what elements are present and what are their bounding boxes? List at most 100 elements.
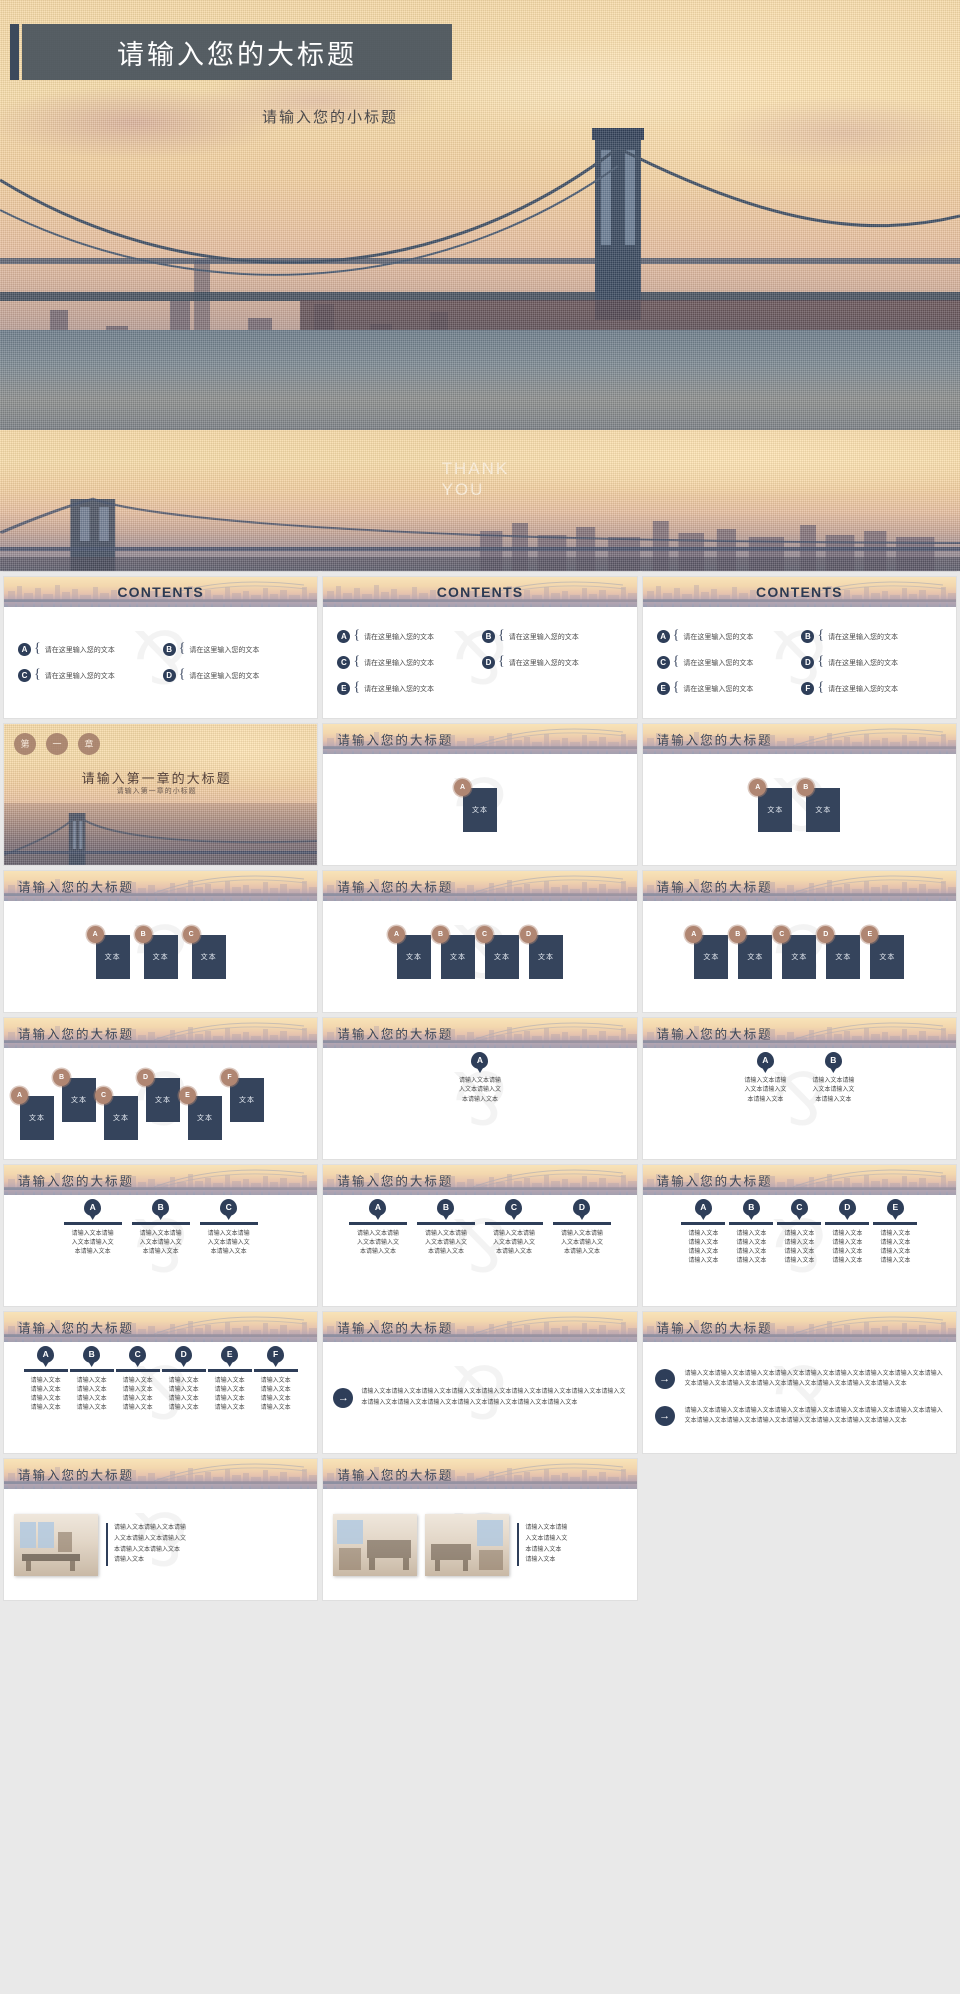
pin-badge: D bbox=[573, 1199, 591, 1216]
pin-item[interactable]: C 请输入文本请输入文本请输入文本请输入文本 bbox=[484, 1199, 543, 1302]
slide-title: 请输入您的大标题 bbox=[337, 1468, 454, 1483]
text-box[interactable]: B 文本 bbox=[134, 925, 178, 979]
text-box[interactable]: C 文本 bbox=[475, 925, 519, 979]
text-box[interactable]: C 文本 bbox=[773, 925, 817, 979]
pin-item[interactable]: B 请输入文本请输入文本请输入文本请输入文本 bbox=[69, 1346, 114, 1449]
pin-item[interactable]: B 请输入文本请输入文本请输入文本请输入文本 bbox=[729, 1199, 774, 1302]
slide-thumbnail[interactable]: 请输入您的大标题⅋A文本B文本C文本D文本E文本 bbox=[642, 871, 956, 1012]
slide-thumbnail[interactable]: 请输入您的大标题⅋A请输入文本请输入文本请输入文本请输入文本B请输入文本请输入文… bbox=[642, 1165, 956, 1306]
slide-thumbnail[interactable]: 请输入您的大标题 ⅋ A 文本 B 文本 bbox=[642, 724, 956, 865]
text-box[interactable]: F 文本 bbox=[221, 1069, 264, 1122]
pin-item[interactable]: C 请输入文本请输入文本请输入文本请输入文本 bbox=[115, 1346, 160, 1449]
text-box[interactable]: B 文本 bbox=[797, 778, 841, 832]
pin-item[interactable]: A 请输入文本请输入文本请输入文本请输入文本 bbox=[23, 1346, 68, 1449]
slide-thumbnail[interactable]: 请输入您的大标题⅋A请输入文本请输入文本请输入文本请输入文本B请输入文本请输入文… bbox=[4, 1165, 318, 1306]
slide-thumbnail[interactable]: 第一章请输入第一章的大标题 请输入第一章的小标题 bbox=[4, 724, 318, 865]
pin-item[interactable]: D 请输入文本请输入文本请输入文本请输入文本 bbox=[825, 1199, 870, 1302]
text-box[interactable]: C 文本 bbox=[182, 925, 226, 979]
contents-item[interactable]: E{请在这里输入您的文本 bbox=[337, 680, 478, 697]
slide-thumbnail[interactable]: 请输入您的大标题⅋A请输入文本请输入文本请输入文本请输入文本B请输入文本请输入文… bbox=[323, 1165, 637, 1306]
slide-thumbnail[interactable]: CONTENTS⅋A{请在这里输入您的文本B{请在这里输入您的文本C{请在这里输… bbox=[4, 577, 318, 718]
slide-thumbnail[interactable]: CONTENTS⅋A{请在这里输入您的文本B{请在这里输入您的文本C{请在这里输… bbox=[642, 577, 956, 718]
text-box-label: 文本 bbox=[113, 1114, 129, 1122]
slide-thumbnail[interactable]: 请输入您的大标题⅋A文本B文本C文本D文本E文本F文本 bbox=[4, 1018, 318, 1159]
contents-item-badge: E bbox=[656, 682, 670, 695]
pin-item[interactable]: A 请输入文本请输入文本请输入文本请输入文本 bbox=[681, 1199, 726, 1302]
contents-item[interactable]: F{请在这里输入您的文本 bbox=[801, 679, 942, 697]
contents-item[interactable]: C{请在这里输入您的文本 bbox=[656, 654, 798, 671]
slide-thumbnail[interactable]: THANK YOU bbox=[0, 430, 960, 571]
pin-item[interactable]: F 请输入文本 请输入文本 请输入文本 请输入文本 bbox=[253, 1346, 298, 1449]
text-box[interactable]: A 文本 bbox=[86, 925, 130, 979]
pin-item[interactable]: A 请输入文本请输入文本请输入文本请输入文本 bbox=[348, 1199, 407, 1302]
gear-badge-icon: E bbox=[861, 925, 879, 943]
pin-text: 请输入文本请输入文本请输入文本请输入文本 bbox=[832, 1230, 863, 1265]
contents-item[interactable]: E{请在这里输入您的文本 bbox=[656, 680, 798, 697]
text-box[interactable]: E 文本 bbox=[861, 925, 905, 979]
contents-item[interactable]: B{请在这里输入您的文本 bbox=[801, 628, 942, 645]
pin-item[interactable]: C 请输入文本请输入文本请输入文本请输入文本 bbox=[199, 1199, 258, 1302]
text-box-label: 文本 bbox=[152, 952, 169, 961]
pin-item[interactable]: B 请输入文本请输入文本请输入文本请输入文本 bbox=[416, 1199, 475, 1302]
slide-header-band: 请输入您的大标题 bbox=[323, 1312, 637, 1342]
slide-thumbnail[interactable]: 请输入您的大标题 ⅋ A 请输入文本请输 入文本请输入文 本请输入文本 bbox=[323, 1018, 637, 1159]
contents-item[interactable]: D{请在这里输入您的文本 bbox=[482, 654, 623, 671]
slide-thumbnail[interactable]: 请输入您的大标题 ⅋ A 文本 B 文本 C 文本 D 文本 bbox=[323, 871, 637, 1012]
text-box[interactable]: B 文本 bbox=[431, 925, 475, 979]
pin-item[interactable]: A 请输入文本请输入文本请输入文本请输入文本 bbox=[451, 1052, 509, 1155]
contents-item[interactable]: A{请在这里输入您的文本 bbox=[337, 628, 478, 645]
pin-item[interactable]: C 请输入文本请输入文本请输入文本请输入文本 bbox=[777, 1199, 822, 1302]
text-box[interactable]: C 文本 bbox=[95, 1087, 138, 1140]
contents-item-badge: E bbox=[337, 682, 351, 695]
pin-item[interactable]: E 请输入文本 请输入文本 请输入文本 请输入文本 bbox=[207, 1346, 252, 1449]
slide-thumbnail[interactable]: CONTENTS⅋A{请在这里输入您的文本B{请在这里输入您的文本C{请在这里输… bbox=[323, 577, 637, 718]
pin-item[interactable]: E 请输入文本 请输入文本 请输入文本 请输入文本 bbox=[873, 1199, 918, 1302]
brace-icon: { bbox=[672, 627, 680, 643]
text-box[interactable]: B 文本 bbox=[729, 925, 773, 979]
brace-icon: { bbox=[817, 653, 825, 669]
contents-item[interactable]: D{请在这里输入您的文本 bbox=[801, 653, 942, 671]
pin-badge: B bbox=[742, 1199, 760, 1216]
slide-thumbnail[interactable]: 请输入您的大标题⅋A文本B文本C文本 bbox=[4, 871, 318, 1012]
pin-item[interactable]: B 请输入文本请输入文本请输入文本请输入文本 bbox=[131, 1199, 190, 1302]
pin-group: A 请输入文本请输入文本请输入文本请输入文本 B 请输入文本请输入文本请输入文本请输入… bbox=[643, 1052, 956, 1155]
pin-badge: E bbox=[886, 1199, 904, 1216]
contents-item[interactable]: B{请在这里输入您的文本 bbox=[482, 628, 623, 645]
pin-badge: C bbox=[790, 1199, 808, 1216]
contents-item[interactable]: A{请在这里输入您的文本 bbox=[18, 641, 159, 658]
pin-item[interactable]: D 请输入文本请输入文本请输入文本请输入文本 bbox=[552, 1199, 611, 1302]
text-box[interactable]: A 文本 bbox=[453, 778, 497, 832]
slide-thumbnail[interactable]: 请输入您的大标题 ⅋ → 请输入文本请输入文本请输入文本请输入文本请输入文本请输入文本… bbox=[323, 1312, 637, 1453]
pin-item[interactable]: D 请输入文本请输入文本请输入文本请输入文本 bbox=[161, 1346, 206, 1449]
text-box[interactable]: A 文本 bbox=[685, 925, 729, 979]
gear-badge-icon: A bbox=[11, 1087, 28, 1104]
text-box[interactable]: A 文本 bbox=[387, 925, 431, 979]
text-box[interactable]: D 文本 bbox=[519, 925, 563, 979]
text-box[interactable]: E 文本 bbox=[179, 1087, 222, 1140]
pin-item[interactable]: B 请输入文本请输入文本请输入文本请输入文本 bbox=[804, 1052, 862, 1155]
contents-item[interactable]: C{请在这里输入您的文本 bbox=[337, 654, 478, 671]
slide-thumbnail[interactable]: 请输入您的大标题⅋A请输入文本请输入文本请输入文本请输入文本B请输入文本请输入文… bbox=[642, 1018, 956, 1159]
text-box[interactable]: A 文本 bbox=[11, 1087, 54, 1140]
slide-thumbnail[interactable]: 请输入您的大标题 ⅋ → 请输入文本请输入文本请输入文本请输入文本请输入文本请输入文本… bbox=[642, 1312, 956, 1453]
contents-item-badge: B bbox=[482, 630, 495, 643]
slide-thumbnail[interactable]: 请输入您的大标题⅋A请输入文本请输入文本请输入文本请输入文本B请输入文本请输入文… bbox=[4, 1312, 318, 1453]
pin-item[interactable]: A 请输入文本请输入文本请输入文本请输入文本 bbox=[63, 1199, 122, 1302]
text-box[interactable]: B 文本 bbox=[53, 1069, 96, 1122]
arrow-paragraph-row: → 请输入文本请输入文本请输入文本请输入文本请输入文本请输入文本请输入文本请输入文… bbox=[654, 1369, 944, 1390]
text-box[interactable]: D 文本 bbox=[137, 1069, 180, 1122]
pin-rule bbox=[115, 1369, 160, 1372]
contents-item[interactable]: C{请在这里输入您的文本 bbox=[18, 667, 159, 684]
text-box[interactable]: D 文本 bbox=[817, 925, 861, 979]
text-box[interactable]: A 文本 bbox=[749, 778, 793, 832]
contents-item[interactable]: B{请在这里输入您的文本 bbox=[162, 641, 304, 658]
slide-thumbnail[interactable]: 请输入您的大标题⅋请输入文本请输入文本请输入文本请输入文本请输入文本 bbox=[323, 1459, 637, 1600]
pin-item[interactable]: A 请输入文本请输入文本请输入文本请输入文本 bbox=[736, 1052, 794, 1155]
contents-item-badge: D bbox=[162, 669, 176, 682]
slide-thumbnail[interactable]: 请输入您的大标题⅋A文本 bbox=[323, 724, 637, 865]
slide-title: 请输入您的大标题 bbox=[18, 1468, 135, 1483]
contents-item[interactable]: D{请在这里输入您的文本 bbox=[162, 667, 304, 684]
contents-item[interactable]: A{请在这里输入您的文本 bbox=[656, 627, 798, 645]
slide-thumbnail[interactable]: 请输入您的大标题 ⅋ 请输入文本请输入文本请输 入文本请输入文本请输入文 本请输入文本请… bbox=[4, 1459, 318, 1600]
brace-icon: { bbox=[817, 679, 825, 695]
